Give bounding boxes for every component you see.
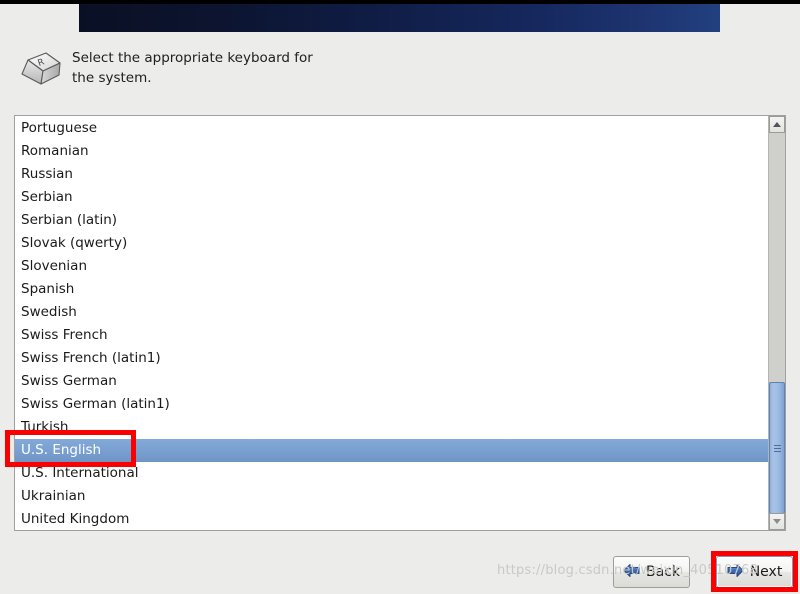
list-item[interactable]: Slovenian [15, 255, 768, 278]
chevron-up-icon [773, 122, 781, 127]
header-banner [79, 4, 720, 32]
scroll-up-button[interactable] [769, 116, 785, 133]
list-item[interactable]: Russian [15, 163, 768, 186]
list-item[interactable]: Swiss French (latin1) [15, 347, 768, 370]
list-item[interactable]: Portuguese [15, 117, 768, 140]
list-item[interactable]: Spanish [15, 278, 768, 301]
prompt-text: Select the appropriate keyboard for the … [72, 50, 313, 86]
list-item[interactable]: Slovak (qwerty) [15, 232, 768, 255]
list-item[interactable]: Ukrainian [15, 485, 768, 508]
list-item[interactable]: Swiss German (latin1) [15, 393, 768, 416]
scroll-down-button[interactable] [769, 513, 785, 530]
scrollbar-grip-icon [774, 445, 781, 452]
scrollbar-thumb[interactable] [769, 382, 785, 514]
chevron-down-icon [773, 519, 781, 524]
list-item[interactable]: Romanian [15, 140, 768, 163]
list-item[interactable]: Turkish [15, 416, 768, 439]
list-item[interactable]: United Kingdom [15, 508, 768, 530]
keyboard-list[interactable]: Portuguese Romanian Russian Serbian Serbian … [15, 116, 768, 530]
keyboard-list-box[interactable]: Portuguese Romanian Russian Serbian Serbian … [14, 115, 786, 531]
watermark: https://blog.csdn.net/weixin_40510768 [497, 563, 758, 578]
list-item[interactable]: Serbian (latin) [15, 209, 768, 232]
list-item[interactable]: U.S. English [15, 439, 768, 462]
prompt-row: R Select the appropriate keyboard for th… [14, 48, 614, 96]
list-scrollbar[interactable] [768, 116, 785, 530]
list-item[interactable]: Swedish [15, 301, 768, 324]
list-item[interactable]: Serbian [15, 186, 768, 209]
list-item[interactable]: U.S. International [15, 462, 768, 485]
keyboard-keycap-icon: R [16, 50, 64, 94]
list-item[interactable]: Swiss German [15, 370, 768, 393]
list-item[interactable]: Swiss French [15, 324, 768, 347]
